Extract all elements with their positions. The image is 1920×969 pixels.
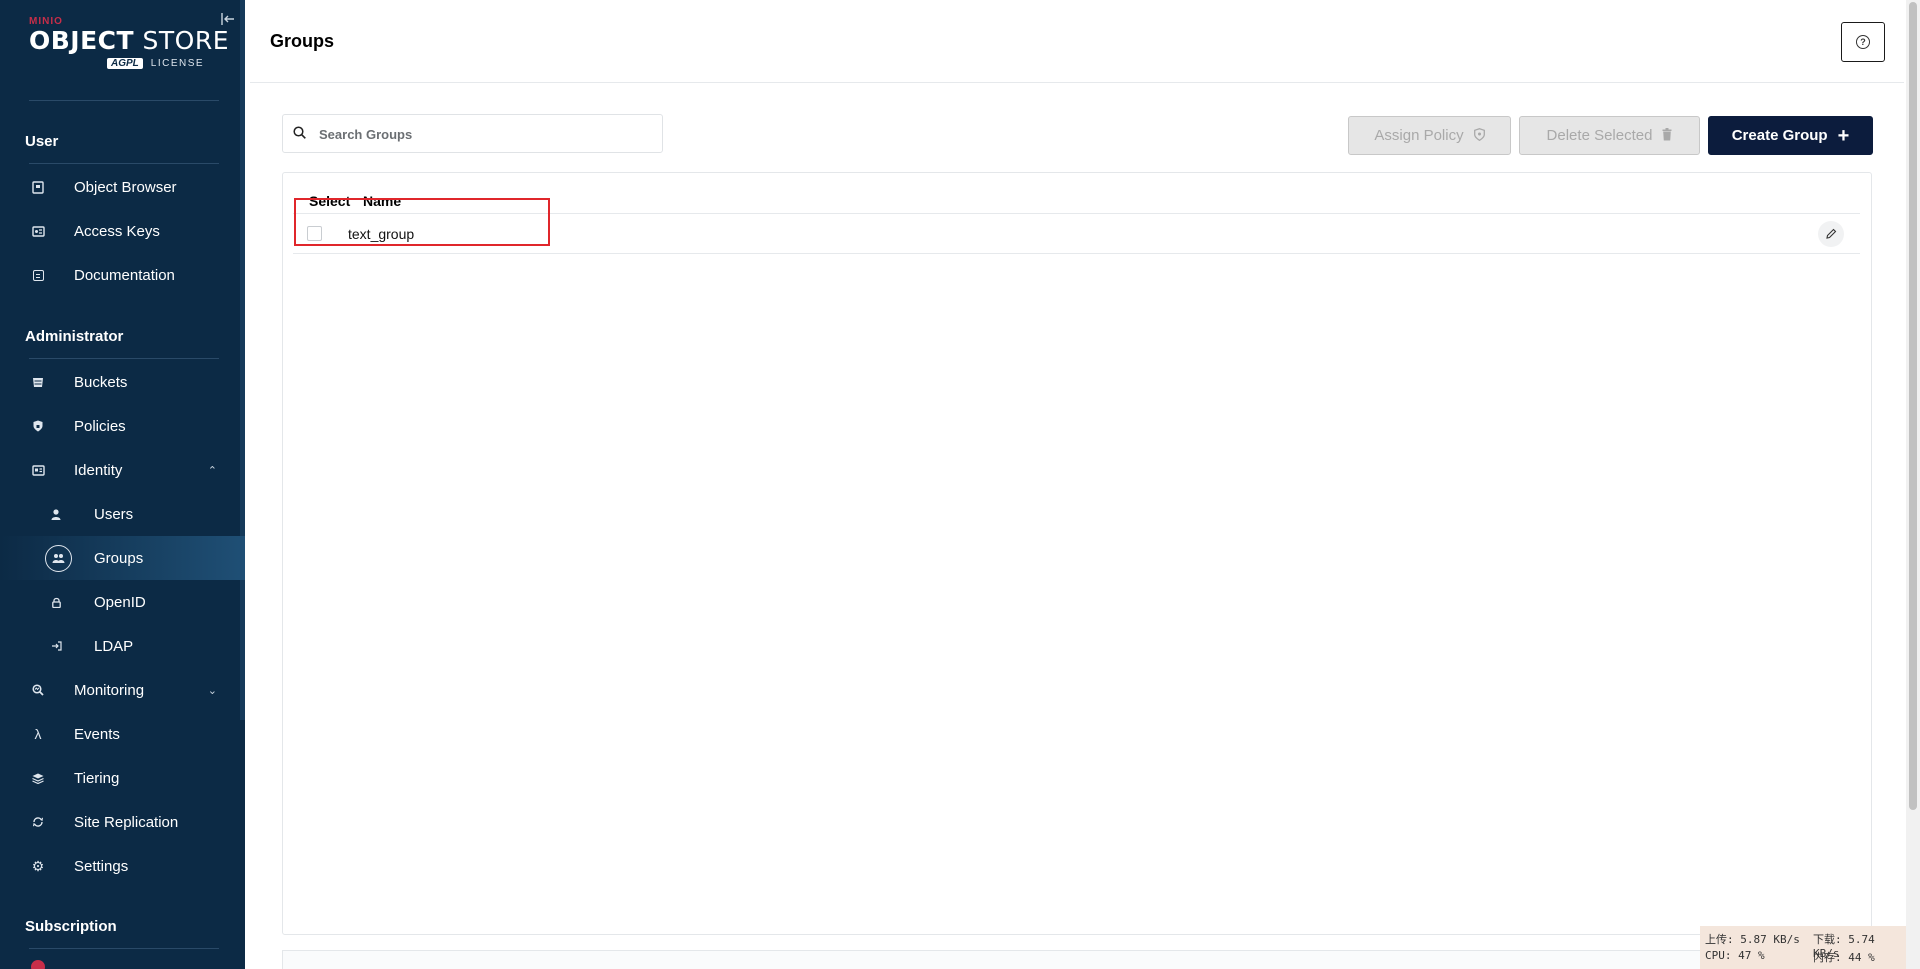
- sidebar-item-tiering[interactable]: Tiering: [0, 756, 245, 800]
- pagination-bar: [282, 950, 1872, 969]
- group-name: text_group: [348, 226, 415, 242]
- sidebar-item-label: Groups: [94, 549, 144, 567]
- sidebar-item-monitoring[interactable]: Monitoring ⌄: [0, 668, 245, 712]
- gear-icon: ⚙: [31, 857, 45, 874]
- sidebar-divider: [29, 358, 219, 359]
- logo-product: OBJECT STORE: [29, 26, 229, 55]
- sidebar-item-label: LDAP: [94, 637, 134, 655]
- buckets-icon: [30, 374, 46, 390]
- column-header-select: Select: [309, 193, 351, 209]
- logo-license: AGPL LICENSE: [107, 58, 204, 69]
- sidebar-item-openid[interactable]: OpenID: [0, 580, 245, 624]
- replication-icon: [30, 814, 46, 830]
- sidebar-item-site-replication[interactable]: Site Replication: [0, 800, 245, 844]
- sidebar: MINIO OBJECT STORE AGPL LICENSE User Obj…: [0, 0, 245, 969]
- sidebar-item-label: Settings: [74, 857, 129, 875]
- upload-speed: 上传: 5.87 KB/s: [1705, 933, 1800, 946]
- column-header-name: Name: [363, 193, 402, 209]
- search-icon: [293, 126, 306, 139]
- page-title: Groups: [270, 31, 335, 51]
- section-administrator: Administrator: [25, 328, 124, 345]
- sidebar-item-label: Tiering: [74, 769, 120, 787]
- main-content: Groups ? Assign Policy Delete Selected C…: [250, 0, 1904, 969]
- sidebar-divider: [29, 163, 219, 164]
- sidebar-item-label: Object Browser: [74, 178, 177, 196]
- pencil-icon[interactable]: [1818, 221, 1844, 247]
- license-text: LICENSE: [150, 58, 205, 69]
- documentation-icon: [30, 267, 46, 283]
- user-icon: [48, 506, 64, 522]
- sidebar-item-object-browser[interactable]: Object Browser: [0, 165, 245, 209]
- sidebar-item-ldap[interactable]: LDAP: [0, 624, 245, 668]
- monitoring-icon: [30, 682, 46, 698]
- table-row[interactable]: text_group: [293, 213, 1860, 254]
- sidebar-item-label: Policies: [74, 417, 126, 435]
- sidebar-item-label: Site Replication: [74, 813, 179, 831]
- sidebar-item-label: Access Keys: [74, 222, 160, 240]
- question-icon: ?: [1856, 35, 1870, 49]
- sidebar-item-users[interactable]: Users: [0, 492, 245, 536]
- subscription-icon: [31, 960, 45, 969]
- delete-selected-button[interactable]: Delete Selected: [1519, 116, 1700, 155]
- trash-icon: [1662, 127, 1672, 144]
- shield-icon: [30, 418, 46, 434]
- assign-policy-button[interactable]: Assign Policy: [1348, 116, 1511, 155]
- network-monitor-widget: 上传: 5.87 KB/s 下载: 5.74 KB/s CPU: 47 % 内存…: [1700, 926, 1906, 969]
- sidebar-item-label: Events: [74, 725, 120, 743]
- logo-product-bold: OBJECT: [29, 26, 135, 55]
- sidebar-item-buckets[interactable]: Buckets: [0, 360, 245, 404]
- sidebar-item-events[interactable]: λ Events: [0, 712, 245, 756]
- cpu-usage: CPU: 47 %: [1705, 949, 1765, 962]
- lock-icon: [48, 594, 64, 610]
- sidebar-item-label: Documentation: [74, 266, 175, 284]
- chevron-up-icon: ⌃: [207, 464, 217, 477]
- collapse-sidebar-icon[interactable]: [219, 10, 237, 28]
- search-box: [282, 114, 663, 153]
- login-icon: [48, 638, 64, 654]
- identity-icon: [30, 462, 46, 478]
- sidebar-item-access-keys[interactable]: Access Keys: [0, 209, 245, 253]
- sidebar-item-label: Monitoring: [74, 681, 145, 699]
- plus-icon: +: [1837, 124, 1850, 147]
- groups-table: Select Name text_group: [282, 172, 1872, 935]
- object-browser-icon: [30, 179, 46, 195]
- sidebar-divider: [29, 948, 219, 949]
- sidebar-item-groups[interactable]: Groups: [0, 536, 245, 580]
- agpl-badge: AGPL: [107, 58, 143, 69]
- sidebar-item-label: Users: [94, 505, 134, 523]
- access-keys-icon: [30, 223, 46, 239]
- sidebar-item-label: Buckets: [74, 373, 128, 391]
- sidebar-item-policies[interactable]: Policies: [0, 404, 245, 448]
- layers-icon: [30, 770, 46, 786]
- chevron-down-icon: ⌄: [207, 684, 217, 697]
- create-group-button[interactable]: Create Group +: [1708, 116, 1873, 155]
- sidebar-item-label: OpenID: [94, 593, 146, 611]
- delete-selected-label: Delete Selected: [1546, 127, 1653, 144]
- sidebar-item-identity[interactable]: Identity ⌃: [0, 448, 245, 492]
- minio-logo: MINIO OBJECT STORE AGPL LICENSE: [29, 16, 229, 69]
- memory-usage: 内存: 44 %: [1813, 951, 1875, 964]
- sidebar-divider: [29, 100, 219, 101]
- sidebar-item-settings[interactable]: ⚙ Settings: [0, 844, 245, 888]
- row-select-checkbox[interactable]: [307, 226, 322, 241]
- logo-product-light: STORE: [134, 26, 230, 55]
- assign-policy-label: Assign Policy: [1374, 127, 1464, 144]
- section-user: User: [25, 133, 59, 150]
- scrollbar-thumb[interactable]: [1909, 2, 1917, 810]
- page-scrollbar[interactable]: [1906, 0, 1920, 969]
- section-subscription: Subscription: [25, 918, 117, 935]
- sidebar-item-label: Identity: [74, 461, 123, 479]
- page-header: Groups ?: [250, 0, 1904, 83]
- help-button[interactable]: ?: [1841, 22, 1885, 62]
- search-input[interactable]: [319, 123, 649, 145]
- groups-icon: [45, 544, 72, 572]
- create-group-label: Create Group: [1731, 127, 1828, 144]
- lambda-icon: λ: [34, 726, 42, 742]
- shield-icon: [1473, 127, 1485, 144]
- sidebar-item-documentation[interactable]: Documentation: [0, 253, 245, 297]
